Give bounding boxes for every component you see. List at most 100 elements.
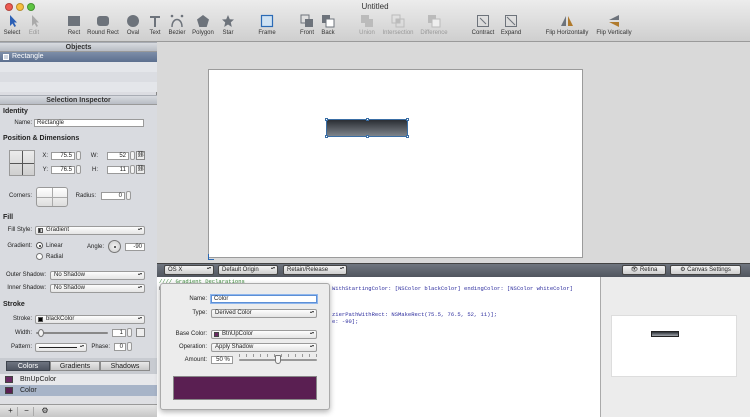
inner-shadow-popup[interactable]: No Shadow <box>50 284 145 293</box>
union-button[interactable]: Union <box>356 14 378 42</box>
resize-handle[interactable] <box>406 118 409 121</box>
phase-stepper[interactable] <box>127 342 132 351</box>
difference-button[interactable]: Difference <box>418 14 450 42</box>
resize-handle[interactable] <box>325 118 328 121</box>
phase-field[interactable]: 0 <box>114 343 126 351</box>
inner-shadow-label: Inner Shadow: <box>7 285 46 291</box>
name-field[interactable]: Rectangle <box>34 119 144 127</box>
front-button[interactable]: Front <box>297 14 317 42</box>
popover-base-popup[interactable]: BtnUpColor <box>211 330 317 339</box>
radius-label: Radius: <box>75 193 96 199</box>
h-field[interactable]: 11 <box>107 166 129 174</box>
frame-tool-button[interactable]: Frame <box>255 14 279 42</box>
tool-label: Oval <box>126 30 140 36</box>
resize-handle[interactable] <box>406 135 409 138</box>
rect-icon <box>68 16 80 26</box>
lock-ratio-icon[interactable]: ⛓ <box>136 165 145 174</box>
resize-handle[interactable] <box>325 135 328 138</box>
star-tool-button[interactable]: Star <box>218 14 238 42</box>
corners-label: Corners: <box>8 193 32 199</box>
edit-tool-button[interactable]: Edit <box>24 14 44 42</box>
expand-button[interactable]: Expand <box>498 14 524 42</box>
y-stepper[interactable] <box>76 165 81 174</box>
stroke-color-popup[interactable]: blackColor <box>35 315 145 324</box>
outer-shadow-label: Outer Shadow: <box>5 272 46 278</box>
add-button[interactable]: + <box>4 407 18 416</box>
tool-label: Polygon <box>192 30 214 36</box>
bezier-icon <box>170 14 184 28</box>
linear-radio[interactable] <box>36 242 43 249</box>
popover-amount-slider-knob[interactable] <box>275 355 281 364</box>
lock-aspect-icon[interactable]: ⛓ <box>136 151 145 160</box>
outer-shadow-popup[interactable]: No Shadow <box>50 271 145 280</box>
library-item-btnupcolor[interactable]: BtnUpColor <box>0 374 157 385</box>
flip-horizontal-icon <box>561 16 573 26</box>
origin-popup[interactable]: Default Origin <box>218 265 278 275</box>
code-line: e: -90]; <box>332 318 359 325</box>
oval-tool-button[interactable]: Oval <box>122 14 144 42</box>
memory-popup[interactable]: Retain/Release <box>283 265 347 275</box>
back-button[interactable]: Back <box>318 14 338 42</box>
corners-selector[interactable] <box>36 187 68 207</box>
tab-shadows[interactable]: Shadows <box>100 361 150 371</box>
y-field[interactable]: 76.5 <box>51 166 75 174</box>
resize-handle[interactable] <box>366 135 369 138</box>
flip-vertically-button[interactable]: Flip Vertically <box>593 14 635 42</box>
x-field[interactable]: 75.5 <box>51 152 75 160</box>
h-stepper[interactable] <box>130 165 135 174</box>
flip-horizontally-button[interactable]: Flip Horizontally <box>543 14 591 42</box>
flip-vertical-icon <box>609 15 619 27</box>
canvas-settings-label: Canvas Settings <box>687 267 731 273</box>
gradient-label: Gradient: <box>7 243 32 249</box>
radius-field[interactable]: 0 <box>101 192 125 200</box>
color-swatch-icon <box>5 376 13 383</box>
select-tool-button[interactable]: Select <box>2 14 22 42</box>
text-tool-button[interactable]: Text <box>145 14 165 42</box>
popover-amount-field[interactable]: 50 % <box>211 356 233 364</box>
contract-button[interactable]: Contract <box>470 14 496 42</box>
gradient-swatch-icon <box>38 228 43 233</box>
drawing-canvas[interactable] <box>208 69 583 258</box>
bezier-tool-button[interactable]: Bezier <box>166 14 188 42</box>
angle-field[interactable]: -90 <box>125 243 145 251</box>
library-item-color[interactable]: Color <box>0 385 157 396</box>
library-item-label: Color <box>20 387 37 394</box>
radial-radio[interactable] <box>36 253 43 260</box>
intersection-button[interactable]: Intersection <box>380 14 416 42</box>
anchor-point-grid[interactable] <box>9 150 35 176</box>
objects-list-empty <box>0 62 157 92</box>
retina-button[interactable]: 👁 Retina <box>622 265 666 275</box>
width-stepper[interactable] <box>127 328 132 337</box>
polygon-tool-button[interactable]: Polygon <box>189 14 217 42</box>
canvas-settings-button[interactable]: ⚙ Canvas Settings <box>670 265 741 275</box>
tab-colors[interactable]: Colors <box>6 361 50 371</box>
popover-operation-popup[interactable]: Apply Shadow <box>211 343 317 352</box>
object-row-rectangle[interactable]: Rectangle <box>0 52 157 62</box>
code-line: WithStartingColor: [NSColor blackColor] … <box>332 285 573 292</box>
remove-button[interactable]: − <box>20 407 34 416</box>
stroke-options-icon[interactable] <box>136 328 145 337</box>
platform-popup[interactable]: OS X <box>164 265 214 275</box>
library-empty-row <box>0 396 157 404</box>
rect-tool-button[interactable]: Rect <box>62 14 86 42</box>
angle-dial[interactable] <box>108 240 121 253</box>
x-stepper[interactable] <box>76 151 81 160</box>
tab-gradients[interactable]: Gradients <box>50 361 100 371</box>
fill-style-popup[interactable]: Gradient <box>35 226 145 235</box>
radius-stepper[interactable] <box>126 191 131 200</box>
popover-type-popup[interactable]: Derived Color <box>211 309 317 318</box>
w-stepper[interactable] <box>130 151 135 160</box>
width-slider-knob[interactable] <box>38 329 44 337</box>
width-slider-track[interactable] <box>36 329 108 337</box>
resize-handle[interactable] <box>366 118 369 121</box>
pattern-popup[interactable] <box>35 343 87 352</box>
popover-amount-slider-track[interactable] <box>239 354 317 364</box>
popover-name-field[interactable]: Color <box>211 295 317 303</box>
preview-rectangle <box>651 331 679 337</box>
w-field[interactable]: 52 <box>107 152 129 160</box>
stroke-color-value: blackColor <box>46 316 75 322</box>
gear-icon[interactable]: ⚙ <box>38 407 52 416</box>
round-rect-tool-button[interactable]: Round Rect <box>86 14 120 42</box>
object-name: Rectangle <box>12 53 44 60</box>
width-field[interactable]: 1 <box>112 329 126 337</box>
